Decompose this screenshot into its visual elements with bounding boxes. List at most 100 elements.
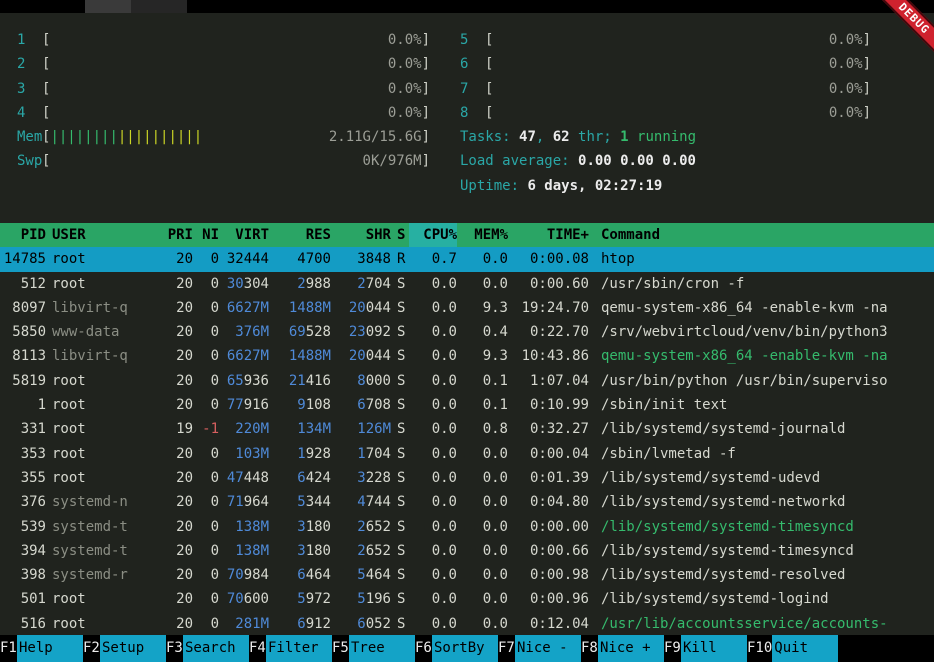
cell-pri: 20 [140, 393, 193, 417]
load-average-label: Load average: [460, 153, 578, 169]
cell-mem: 0.4 [457, 320, 508, 344]
column-header-command[interactable]: Command [589, 223, 934, 247]
running-label: running [629, 129, 696, 145]
fn-key: F6 [415, 635, 432, 662]
cell-pid: 398 [0, 563, 46, 587]
process-row[interactable]: 5819 root 20 0 65936 21416 8000 S 0.0 0.… [0, 369, 934, 393]
fn-key: F3 [166, 635, 183, 662]
process-row[interactable]: 376 systemd-n 20 0 71964 5344 4744 S 0.0… [0, 490, 934, 514]
cell-time: 0:00.98 [508, 563, 589, 587]
cell-pri: 20 [140, 247, 193, 271]
function-key-item[interactable]: F10Quit [747, 635, 838, 662]
cell-s: S [391, 466, 409, 490]
cell-command: /lib/systemd/systemd-networkd [589, 490, 934, 514]
cell-s: S [391, 369, 409, 393]
cell-s: S [391, 296, 409, 320]
process-row[interactable]: 355 root 20 0 47448 6424 3228 S 0.0 0.0 … [0, 466, 934, 490]
tasks-label: Tasks: [460, 129, 519, 145]
process-row[interactable]: 14785 root 20 0 32444 4700 3848 R 0.7 0.… [0, 247, 934, 271]
process-rows: 14785 root 20 0 32444 4700 3848 R 0.7 0.… [0, 247, 934, 636]
column-header-time[interactable]: TIME+ [508, 223, 589, 247]
cell-user: systemd-t [46, 515, 140, 539]
cell-user: systemd-n [46, 490, 140, 514]
cell-mem: 0.0 [457, 563, 508, 587]
load-5min: 0.00 [620, 153, 654, 169]
cell-pri: 20 [140, 369, 193, 393]
cpu-id: 1 [17, 28, 42, 52]
function-key-item[interactable]: F8Nice + [581, 635, 664, 662]
cell-mem: 0.1 [457, 393, 508, 417]
meter-open-bracket: [ [485, 52, 493, 76]
process-row[interactable]: 512 root 20 0 30304 2988 2704 S 0.0 0.0 … [0, 272, 934, 296]
memory-meter: Mem[||||||||||||||||||2.11G/15.6G] [17, 125, 430, 149]
cpu-meter: 4[0.0%] [17, 101, 430, 125]
meter-open-bracket: [ [42, 77, 50, 101]
cell-res: 21416 [269, 369, 331, 393]
fn-label: SortBy [432, 635, 498, 662]
process-row[interactable]: 8097 libvirt-q 20 0 6627M 1488M 20044 S … [0, 296, 934, 320]
cell-virt: 70984 [219, 563, 269, 587]
cell-shr: 20044 [331, 344, 391, 368]
function-key-item[interactable]: F3Search [166, 635, 249, 662]
cell-user: root [46, 393, 140, 417]
cell-ni: 0 [193, 296, 219, 320]
cell-command: /lib/systemd/systemd-udevd [589, 466, 934, 490]
column-header-pid[interactable]: PID [0, 223, 46, 247]
meter-close-bracket: ] [422, 28, 430, 52]
column-header-virt[interactable]: VIRT [219, 223, 269, 247]
function-key-item[interactable]: F7Nice - [498, 635, 581, 662]
function-key-item[interactable]: F6SortBy [415, 635, 498, 662]
column-header-cpu-sort[interactable]: CPU% [409, 223, 457, 247]
column-header-res[interactable]: RES [269, 223, 331, 247]
cell-ni: -1 [193, 417, 219, 441]
column-header-ni[interactable]: NI [193, 223, 219, 247]
cell-command: /lib/systemd/systemd-timesyncd [589, 539, 934, 563]
function-key-item[interactable]: F5Tree [332, 635, 415, 662]
function-key-item[interactable]: F9Kill [664, 635, 747, 662]
cell-command: /sbin/init text [589, 393, 934, 417]
cell-shr: 1704 [331, 442, 391, 466]
column-header-shr[interactable]: SHR [331, 223, 391, 247]
cell-virt: 138M [219, 539, 269, 563]
cell-mem: 0.0 [457, 247, 508, 271]
process-row[interactable]: 8113 libvirt-q 20 0 6627M 1488M 20044 S … [0, 344, 934, 368]
cell-virt: 6627M [219, 296, 269, 320]
process-row[interactable]: 353 root 20 0 103M 1928 1704 S 0.0 0.0 0… [0, 442, 934, 466]
cell-pri: 20 [140, 272, 193, 296]
cell-mem: 0.1 [457, 369, 508, 393]
cpu-meter-fill [493, 77, 828, 101]
cell-ni: 0 [193, 539, 219, 563]
process-row[interactable]: 501 root 20 0 70600 5972 5196 S 0.0 0.0 … [0, 587, 934, 611]
function-key-item[interactable]: F2Setup [83, 635, 166, 662]
process-row[interactable]: 539 systemd-t 20 0 138M 3180 2652 S 0.0 … [0, 515, 934, 539]
cell-ni: 0 [193, 320, 219, 344]
cell-ni: 0 [193, 587, 219, 611]
process-row[interactable]: 516 root 20 0 281M 6912 6052 S 0.0 0.0 0… [0, 612, 934, 636]
process-row[interactable]: 394 systemd-t 20 0 138M 3180 2652 S 0.0 … [0, 539, 934, 563]
function-key-item[interactable]: F4Filter [249, 635, 332, 662]
process-row[interactable]: 1 root 20 0 77916 9108 6708 S 0.0 0.1 0:… [0, 393, 934, 417]
column-header-state[interactable]: S [391, 223, 409, 247]
cell-shr: 2704 [331, 272, 391, 296]
column-header-pri[interactable]: PRI [140, 223, 193, 247]
process-row[interactable]: 331 root 19 -1 220M 134M 126M S 0.0 0.8 … [0, 417, 934, 441]
column-header-mem[interactable]: MEM% [457, 223, 508, 247]
cell-mem: 9.3 [457, 344, 508, 368]
process-row[interactable]: 398 systemd-r 20 0 70984 6464 5464 S 0.0… [0, 563, 934, 587]
function-key-item[interactable]: F1Help [0, 635, 83, 662]
process-row[interactable]: 5850 www-data 20 0 376M 69528 23092 S 0.… [0, 320, 934, 344]
load-average: Load average: 0.000.000.00 [460, 149, 871, 173]
cell-virt: 32444 [219, 247, 269, 271]
cell-shr: 3228 [331, 466, 391, 490]
cpu-id: 5 [460, 28, 485, 52]
cell-time: 0:00.00 [508, 515, 589, 539]
meter-close-bracket: ] [422, 101, 430, 125]
cpu-id: 4 [17, 101, 42, 125]
cpu-id: 6 [460, 52, 485, 76]
cell-mem: 0.0 [457, 515, 508, 539]
fn-label: Tree [349, 635, 415, 662]
cell-command: /lib/systemd/systemd-journald [589, 417, 934, 441]
column-header-user[interactable]: USER [46, 223, 140, 247]
cell-shr: 5464 [331, 563, 391, 587]
fn-label: Search [183, 635, 249, 662]
